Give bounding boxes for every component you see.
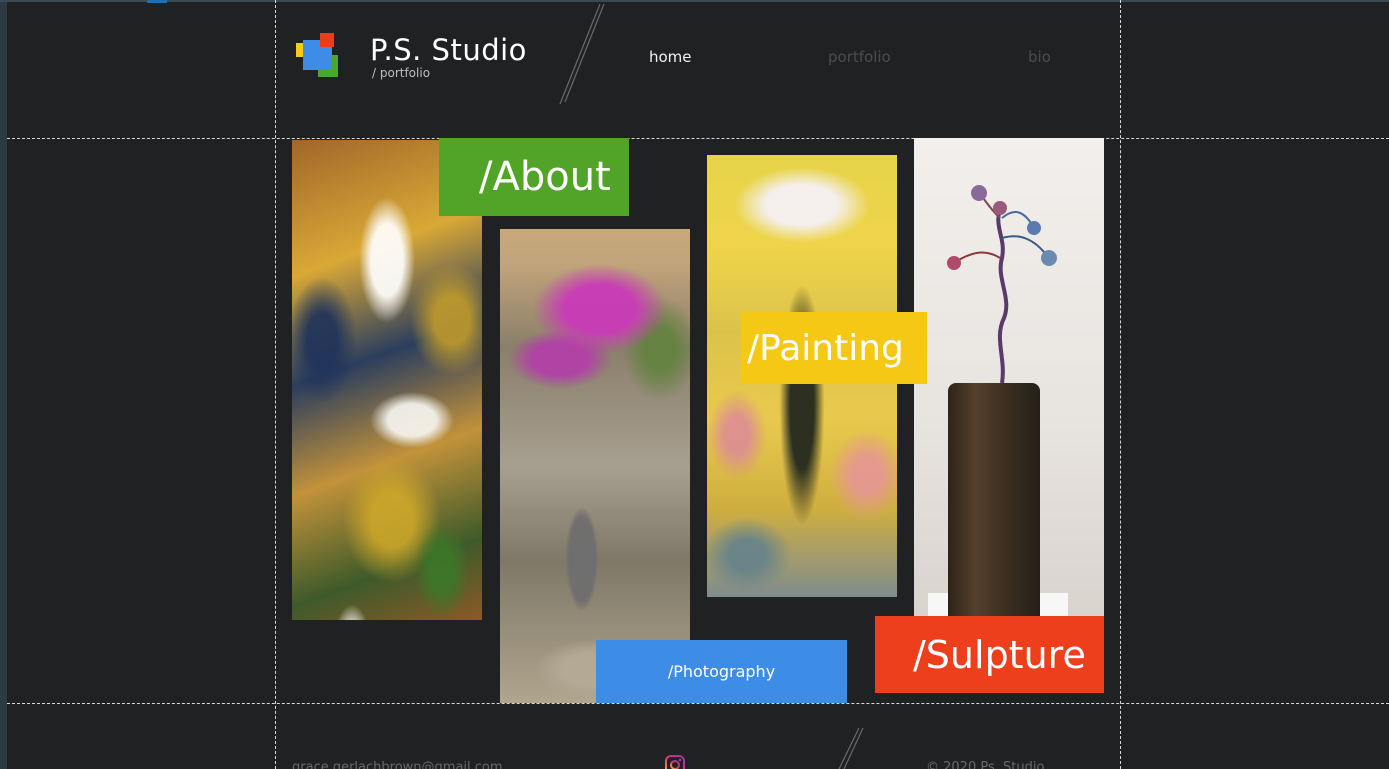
photography-tile-label[interactable]: /Photography (596, 640, 847, 703)
sculpture-wire-tree (947, 185, 1057, 384)
sculpture-log (948, 383, 1040, 618)
editor-top-tab (147, 0, 167, 3)
guide-line-header (7, 138, 1389, 139)
fountain-photo-image[interactable] (500, 229, 690, 703)
nav-portfolio-link[interactable]: portfolio (828, 48, 891, 66)
guide-line-right (1120, 0, 1121, 769)
site-title[interactable]: P.S. Studio (370, 33, 527, 67)
guide-line-left (275, 0, 276, 769)
logo-red-square (320, 33, 334, 47)
tree-sculpture-image[interactable] (914, 138, 1104, 618)
nav-bio-link[interactable]: bio (1028, 48, 1051, 66)
footer-email-link[interactable]: grace.gerlachbrown@gmail.com (292, 760, 503, 769)
editor-top-edge (0, 0, 1389, 2)
footer-copyright: © 2020 Ps. Studio (926, 760, 1045, 769)
double-slash-decoration (559, 3, 605, 105)
nav-home-link[interactable]: home (649, 48, 692, 66)
site-subtitle: / portfolio (372, 66, 431, 80)
editor-left-edge (0, 0, 7, 769)
about-tile-label[interactable]: /About (439, 138, 629, 216)
studio-logo[interactable] (296, 33, 342, 77)
sculpture-tile-label[interactable]: /Sulpture (875, 616, 1104, 693)
instagram-icon[interactable] (664, 754, 686, 769)
footer-slash-decoration (838, 727, 864, 769)
guide-line-footer (7, 703, 1389, 704)
painting-tile-label[interactable]: /Painting (741, 312, 927, 384)
